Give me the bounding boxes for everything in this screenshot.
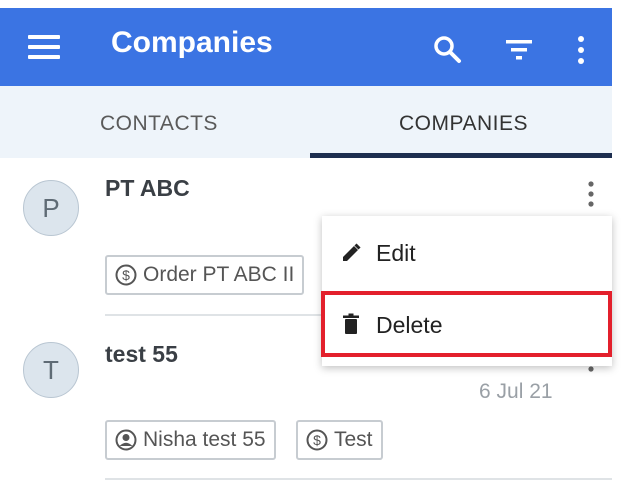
search-icon[interactable] xyxy=(432,34,462,64)
active-tab-indicator xyxy=(310,153,612,158)
more-vert-icon[interactable] xyxy=(586,180,596,210)
chip-label: Nisha test 55 xyxy=(143,428,266,451)
company-name[interactable]: test 55 xyxy=(105,341,178,368)
tab-bar: CONTACTS COMPANIES xyxy=(0,86,612,158)
dollar-icon: $ xyxy=(306,429,328,451)
deal-chip[interactable]: $ Order PT ABC II xyxy=(105,255,305,295)
chip-label: Test xyxy=(334,428,373,451)
edit-icon xyxy=(343,243,361,261)
tab-contacts[interactable]: CONTACTS xyxy=(100,112,218,136)
filter-icon[interactable] xyxy=(504,38,534,62)
avatar: P xyxy=(23,180,79,236)
chip-label: Order PT ABC II xyxy=(143,263,295,286)
divider xyxy=(105,478,612,480)
more-vert-icon[interactable] xyxy=(575,34,587,66)
contact-icon xyxy=(115,429,137,451)
svg-text:$: $ xyxy=(313,432,321,448)
deal-chip[interactable]: $ Test xyxy=(296,420,383,460)
menu-item-label: Edit xyxy=(376,239,416,266)
menu-icon[interactable] xyxy=(28,33,60,61)
app-bar: Companies xyxy=(0,8,612,86)
contact-chip[interactable]: Nisha test 55 xyxy=(105,420,276,460)
company-name[interactable]: PT ABC xyxy=(105,175,190,202)
dollar-icon: $ xyxy=(115,264,137,286)
avatar: T xyxy=(23,342,79,398)
highlight-box xyxy=(321,291,612,357)
svg-text:$: $ xyxy=(122,267,130,283)
tab-companies[interactable]: COMPANIES xyxy=(399,112,528,136)
menu-item-edit[interactable]: Edit xyxy=(322,224,612,282)
page-title: Companies xyxy=(111,26,273,59)
timestamp: 6 Jul 21 xyxy=(479,380,553,403)
